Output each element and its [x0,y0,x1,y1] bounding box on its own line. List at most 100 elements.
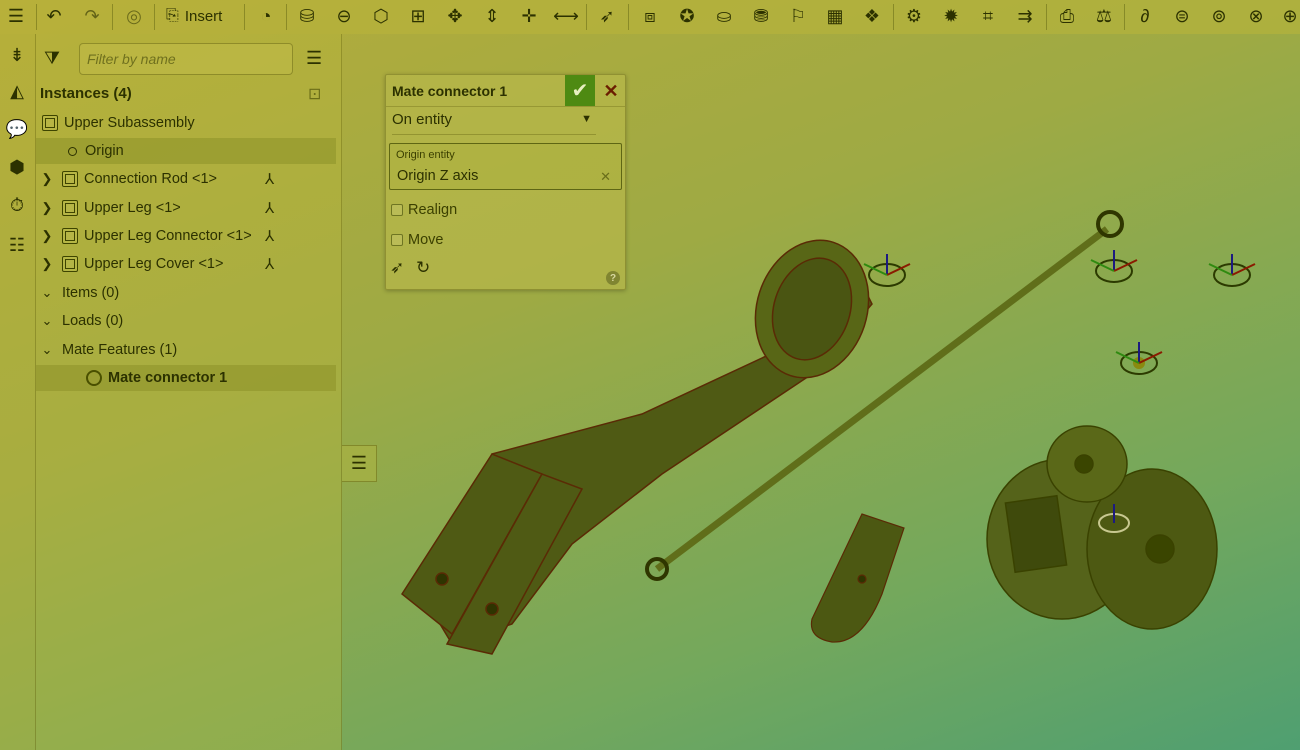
explode-icon[interactable]: ⚐ [784,2,812,30]
redo-icon[interactable]: ↷ [78,2,106,30]
clear-icon[interactable]: ✕ [600,169,611,185]
toolbar-divider [244,4,245,30]
origin-label: Origin [85,143,124,159]
cylindrical-icon[interactable]: ✥ [441,2,469,30]
ball-icon[interactable]: ✛ [515,2,543,30]
flip-primary-axis-icon[interactable]: ➶ [390,258,404,278]
move-checkbox-row[interactable]: Move [391,232,443,248]
linear-relation-icon[interactable]: ⇉ [1011,2,1039,30]
chevron-right-icon[interactable]: ❯ [40,171,54,187]
main-toolbar: ☰ ↶ ↷ ◎ ⎘ Insert ◔ ⛁ ⊖ ⬡ ⊞ ✥ ⇕ ✛ ⟷ ➶ ⧈ ✪… [0,0,1300,34]
part-icon [62,228,78,244]
add-folder-icon[interactable]: ⊡ [308,84,321,104]
reorient-secondary-axis-icon[interactable]: ↻ [416,258,430,278]
comment-icon[interactable]: 💬 [4,116,30,142]
mate-connector-icon[interactable]: ◔ [252,2,280,30]
chevron-right-icon[interactable]: ❯ [40,256,54,272]
mate-features-label: Mate Features (1) [62,342,178,358]
feature-list-toggle-icon[interactable]: ☰ [2,2,30,30]
bom-icon[interactable]: ☷ [4,232,30,258]
mode-dropdown[interactable]: On entity ▼ [392,111,596,135]
replicate-icon[interactable]: ✪ [673,2,701,30]
mate-connector-icon [86,370,102,386]
hole-icon[interactable]: ∂ [1131,2,1159,30]
planar-icon[interactable]: ⊞ [404,2,432,30]
origin-entity-field[interactable]: Origin entity Origin Z axis ✕ [389,143,622,190]
loads-label: Loads (0) [62,313,124,329]
mirror-icon[interactable]: ⛃ [747,2,775,30]
loop-icon[interactable]: ⊜ [1168,2,1196,30]
slider-icon[interactable]: ⬡ [367,2,395,30]
tree-row-mate-connector[interactable]: Mate connector 1 [36,365,336,391]
move-label: Move [408,232,444,248]
cancel-button[interactable]: ✕ [599,77,623,105]
chevron-down-icon[interactable]: ⌄ [40,313,54,329]
tree-row-part[interactable]: ❯ Upper Leg <1> ⅄ [36,195,336,221]
insert-button[interactable]: ⎘ Insert [160,2,240,30]
fastened-icon[interactable]: ⛁ [293,2,321,30]
box-icon[interactable]: ⬢ [4,154,30,180]
chevron-down-icon[interactable]: ⌄ [40,342,54,358]
chevron-down-icon[interactable]: ⌄ [40,285,54,301]
part-label: Connection Rod <1> [84,171,218,187]
toolbar-divider [36,4,37,30]
realign-checkbox-row[interactable]: Realign [391,202,457,218]
move-checkbox[interactable] [391,234,403,246]
tree-row-subassembly[interactable]: Upper Subassembly [36,110,336,136]
insert-label: Insert [184,7,223,25]
screw-icon[interactable]: ⌗ [974,2,1002,30]
tangent-icon[interactable]: ➶ [593,2,621,30]
relation-icon[interactable]: ⊕ [1276,2,1300,30]
origin-entity-value: Origin Z axis [397,168,479,184]
filter-icon[interactable]: ⧩ [44,48,60,69]
chevron-down-icon: ▼ [581,113,592,125]
filter-input[interactable] [79,43,293,75]
part-icon [62,256,78,272]
mate-connector-icon: ⅄ [265,200,275,217]
dialog-title: Mate connector 1 [392,83,508,99]
dialog-divider [386,106,625,107]
tree-row-part[interactable]: ❯ Connection Rod <1> ⅄ [36,166,336,192]
part-label: Upper Leg Cover <1> [84,256,224,272]
undo-icon[interactable]: ↶ [40,2,68,30]
limit-icon[interactable]: ⊗ [1242,2,1270,30]
parallel-icon[interactable]: ⟷ [552,2,580,30]
tree-row-origin[interactable]: Origin [36,138,336,164]
mate-connector-icon: ⅄ [265,228,275,245]
tree-row-mate-features[interactable]: ⌄ Mate Features (1) [36,337,336,363]
tree-row-part[interactable]: ❯ Upper Leg Connector <1> ⅄ [36,223,336,249]
part-icon [62,200,78,216]
render-icon[interactable]: ◭ [4,78,30,104]
part-icon [62,171,78,187]
toolbar-divider [893,4,894,30]
toolbar-divider [1124,4,1125,30]
mass-props-icon[interactable]: ⚖ [1090,2,1118,30]
chevron-right-icon[interactable]: ❯ [40,228,54,244]
check-icon: ✔ [571,80,589,102]
upper-leg-cover-part [810,513,905,643]
pin-slot-icon[interactable]: ⇕ [478,2,506,30]
update-icon[interactable]: ◎ [120,2,148,30]
pattern-icon[interactable]: ⛀ [710,2,738,30]
measure-icon[interactable]: ⎙ [1053,2,1081,30]
toolbar-divider [112,4,113,30]
list-view-icon[interactable]: ☰ [306,48,322,69]
confirm-button[interactable]: ✔ [565,75,595,106]
assembly-icon[interactable]: ❖ [858,2,886,30]
rack-pinion-icon[interactable]: ✹ [937,2,965,30]
tree-row-items[interactable]: ⌄ Items (0) [36,280,336,306]
ring-icon[interactable]: ⊚ [1205,2,1233,30]
mate-connector-label: Mate connector 1 [108,370,228,386]
realign-checkbox[interactable] [391,204,403,216]
revolute-icon[interactable]: ⊖ [330,2,358,30]
gear-relation-icon[interactable]: ⚙ [900,2,928,30]
chevron-right-icon[interactable]: ❯ [40,200,54,216]
section-icon[interactable]: ▦ [821,2,849,30]
animation-icon[interactable]: ⏱ [4,192,30,218]
instances-title: Instances (4) [40,85,132,102]
help-icon[interactable]: ? [606,271,620,285]
group-icon[interactable]: ⧈ [636,2,664,30]
tree-row-loads[interactable]: ⌄ Loads (0) [36,308,336,334]
tree-row-part[interactable]: ❯ Upper Leg Cover <1> ⅄ [36,251,336,277]
insert-part-icon[interactable]: ⇟ [4,42,30,68]
